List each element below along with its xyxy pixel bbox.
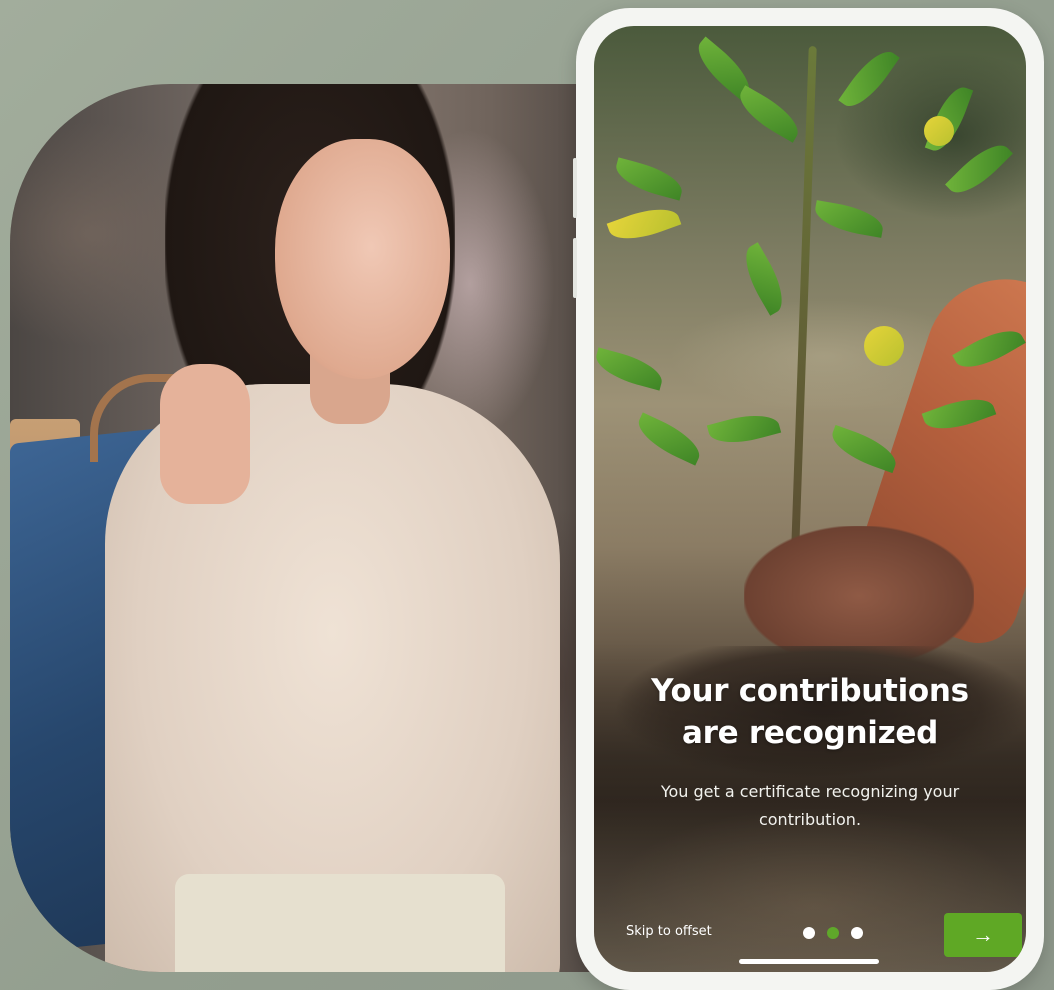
headline-line-1: Your contributions: [651, 673, 969, 709]
sapling-leaf-yellow: [924, 116, 954, 146]
photo-face: [275, 139, 450, 379]
onboarding-screen: Your contributions are recognized You ge…: [594, 26, 1026, 972]
headline-line-2: are recognized: [682, 715, 938, 751]
phone-mockup: Your contributions are recognized You ge…: [573, 8, 1044, 990]
home-indicator: [739, 959, 879, 964]
subtitle-line-2: contribution.: [758, 810, 862, 829]
onboarding-subtitle: You get a certificate recognizing your c…: [624, 778, 996, 834]
onboarding-headline: Your contributions are recognized: [594, 670, 1026, 754]
pagination-dots: [803, 927, 863, 939]
arrow-right-icon: →: [972, 922, 994, 947]
shopper-photo: [10, 84, 610, 972]
photo-pants: [175, 874, 505, 972]
phone-volume-button: [573, 238, 577, 298]
next-button[interactable]: →: [944, 913, 1022, 957]
photo-hand: [160, 364, 250, 504]
pagination-dot-1[interactable]: [803, 927, 815, 939]
pagination-dot-3[interactable]: [851, 927, 863, 939]
pagination-dot-2-active[interactable]: [827, 927, 839, 939]
phone-volume-button: [573, 158, 577, 218]
sapling-leaf-yellow: [864, 326, 904, 366]
skip-to-offset-link[interactable]: Skip to offset: [626, 924, 712, 939]
stage: Your contributions are recognized You ge…: [0, 0, 1054, 990]
subtitle-line-1: You get a certificate recognizing your: [660, 782, 960, 801]
